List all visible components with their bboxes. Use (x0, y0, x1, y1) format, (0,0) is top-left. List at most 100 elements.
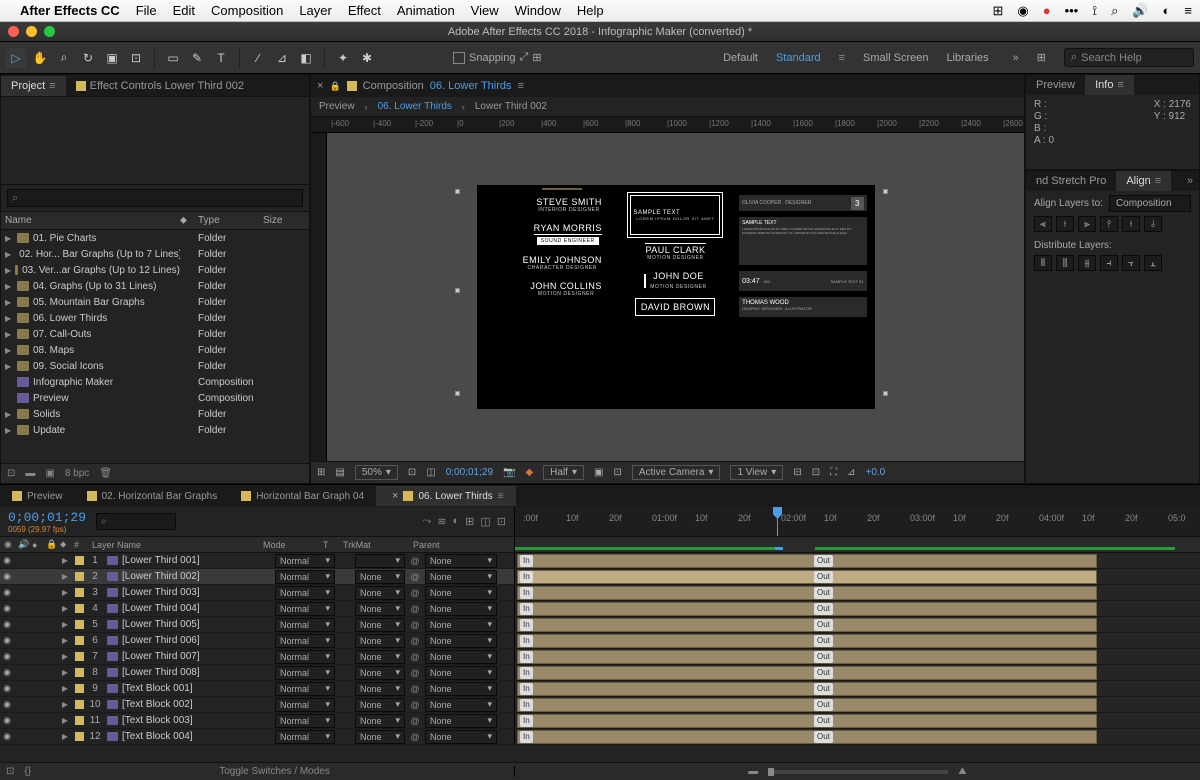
in-point-label[interactable]: In (520, 571, 533, 583)
timeline-icon[interactable]: ⊿ (847, 467, 855, 478)
visibility-toggle-icon[interactable]: ◉ (0, 667, 14, 678)
expand-arrow-icon[interactable]: ▶ (5, 346, 13, 355)
blend-mode-select[interactable]: Normal ▾ (275, 682, 335, 696)
project-item[interactable]: ▶ 01. Pie Charts Folder (1, 230, 309, 246)
parent-select[interactable]: None ▾ (425, 586, 497, 600)
horizontal-ruler[interactable]: |-600|-400|-200|0|200|400|600|800|1000|1… (311, 117, 1024, 133)
expand-arrow-icon[interactable]: ▶ (5, 234, 13, 243)
layer-row[interactable]: ◉ ▶ 8 [Lower Third 008] Normal ▾ None ▾ … (0, 665, 1200, 681)
zoom-in-icon[interactable]: ⛰ (958, 766, 966, 777)
blend-mode-select[interactable]: Normal ▾ (275, 730, 335, 744)
label-chip-icon[interactable] (72, 668, 86, 677)
screen-icon[interactable]: ⊞ (992, 3, 1003, 19)
col-size[interactable]: Size (263, 215, 303, 226)
resolution-icon[interactable]: ▤ (335, 467, 344, 478)
layer-duration-bar[interactable]: In Out (517, 570, 1097, 584)
in-point-label[interactable]: In (520, 731, 533, 743)
parent-select[interactable]: None ▾ (425, 618, 497, 632)
maximize-button[interactable] (44, 26, 55, 37)
out-point-label[interactable]: Out (814, 715, 833, 727)
visibility-toggle-icon[interactable]: ◉ (0, 699, 14, 710)
roto-tool-icon[interactable]: ✦ (333, 48, 353, 68)
layer-duration-bar[interactable]: In Out (517, 554, 1097, 568)
in-point-label[interactable]: In (520, 619, 533, 631)
search-icon[interactable]: ⌕ (1111, 3, 1118, 19)
in-point-label[interactable]: In (520, 603, 533, 615)
orbit-tool-icon[interactable]: ↻ (78, 48, 98, 68)
track-matte-select[interactable]: None ▾ (355, 634, 405, 648)
align-right-icon[interactable]: ⫸ (1078, 216, 1096, 232)
parent-whip-icon[interactable]: @ (405, 588, 425, 598)
interpret-icon[interactable]: ⊡ (7, 468, 15, 479)
close-icon[interactable]: × (392, 490, 398, 502)
track-matte-select[interactable]: None ▾ (355, 586, 405, 600)
blend-mode-select[interactable]: Normal ▾ (275, 554, 335, 568)
graph-icon[interactable]: ⊞ (465, 515, 474, 528)
expand-arrow-icon[interactable]: ▶ (58, 684, 72, 693)
expand-arrow-icon[interactable]: ▶ (5, 362, 13, 371)
selection-handle[interactable] (455, 189, 460, 194)
align-tab[interactable]: Align ≡ (1116, 171, 1171, 191)
out-point-label[interactable]: Out (814, 587, 833, 599)
layer-name[interactable]: [Text Block 002] (120, 699, 275, 710)
notifications-icon[interactable]: ≡ (1184, 3, 1192, 18)
menu-animation[interactable]: Animation (397, 3, 455, 18)
align-top-icon[interactable]: ⫯ (1100, 216, 1118, 232)
blend-mode-select[interactable]: Normal ▾ (275, 714, 335, 728)
expand-arrow-icon[interactable]: ▶ (5, 410, 13, 419)
menu-layer[interactable]: Layer (299, 3, 332, 18)
dist-hcenter-icon[interactable]: ⫟ (1122, 255, 1140, 271)
parent-select[interactable]: None ▾ (425, 634, 497, 648)
menu-icon[interactable]: ≡ (49, 80, 55, 92)
parent-whip-icon[interactable]: @ (405, 668, 425, 678)
selection-handle[interactable] (883, 391, 888, 396)
menu-effect[interactable]: Effect (348, 3, 381, 18)
layer-name[interactable]: [Text Block 001] (120, 683, 275, 694)
layer-name[interactable]: [Lower Third 008] (120, 667, 275, 678)
expand-arrow-icon[interactable]: ▶ (58, 572, 72, 581)
parent-whip-icon[interactable]: @ (405, 572, 425, 582)
in-point-label[interactable]: In (520, 667, 533, 679)
col-name[interactable]: Name (5, 215, 180, 226)
pan-behind-tool-icon[interactable]: ⊡ (126, 48, 146, 68)
pen-tool-icon[interactable]: ✎ (187, 48, 207, 68)
layer-duration-bar[interactable]: In Out (517, 666, 1097, 680)
expand-arrow-icon[interactable]: ▶ (5, 250, 11, 259)
view-opt-icon[interactable]: ⊟ (793, 467, 801, 478)
parent-whip-icon[interactable]: @ (405, 636, 425, 646)
expand-arrow-icon[interactable]: ▶ (5, 330, 13, 339)
region-icon[interactable]: ◆ (525, 467, 533, 478)
selection-handle[interactable] (455, 391, 460, 396)
project-item[interactable]: ▶ 04. Graphs (Up to 31 Lines) Folder (1, 278, 309, 294)
snapping-toggle[interactable]: Snapping ⤢ ⊞ (453, 51, 542, 64)
dist-top-icon[interactable]: ⫴ (1034, 255, 1052, 271)
render-icon[interactable]: ⊡ (497, 515, 506, 528)
draft-icon[interactable]: ◫ (480, 515, 490, 528)
composition-viewport[interactable]: STEVE SMITHINTERIOR DESIGNER RYAN MORRIS… (327, 133, 1024, 461)
project-item[interactable]: ▶ Update Folder (1, 422, 309, 438)
visibility-toggle-icon[interactable]: ◉ (0, 715, 14, 726)
overflow-icon[interactable]: » (1187, 175, 1199, 187)
in-point-label[interactable]: In (520, 555, 533, 567)
fast-preview-icon[interactable]: ⛶ (830, 467, 837, 478)
channel-icon[interactable]: ⊡ (408, 467, 416, 478)
out-point-label[interactable]: Out (814, 731, 833, 743)
layer-row[interactable]: ◉ ▶ 6 [Lower Third 006] Normal ▾ None ▾ … (0, 633, 1200, 649)
label-chip-icon[interactable] (72, 604, 86, 613)
out-point-label[interactable]: Out (814, 667, 833, 679)
overflow-icon[interactable]: » (1013, 52, 1019, 64)
layer-name[interactable]: [Lower Third 004] (120, 603, 275, 614)
track-matte-select[interactable]: None ▾ (355, 602, 405, 616)
close-button[interactable] (8, 26, 19, 37)
expand-arrow-icon[interactable]: ▶ (58, 700, 72, 709)
clone-tool-icon[interactable]: ⊿ (272, 48, 292, 68)
eraser-tool-icon[interactable]: ◧ (296, 48, 316, 68)
effect-controls-tab[interactable]: Effect Controls Lower Third 002 (66, 76, 254, 96)
menu-help[interactable]: Help (577, 3, 604, 18)
timeline-tab[interactable]: Horizontal Bar Graph 04 (229, 487, 376, 506)
in-point-label[interactable]: In (520, 587, 533, 599)
in-point-label[interactable]: In (520, 699, 533, 711)
layer-row[interactable]: ◉ ▶ 10 [Text Block 002] Normal ▾ None ▾ … (0, 697, 1200, 713)
cc-icon[interactable]: ◉ (1017, 3, 1028, 19)
expand-arrow-icon[interactable]: ▶ (5, 426, 13, 435)
